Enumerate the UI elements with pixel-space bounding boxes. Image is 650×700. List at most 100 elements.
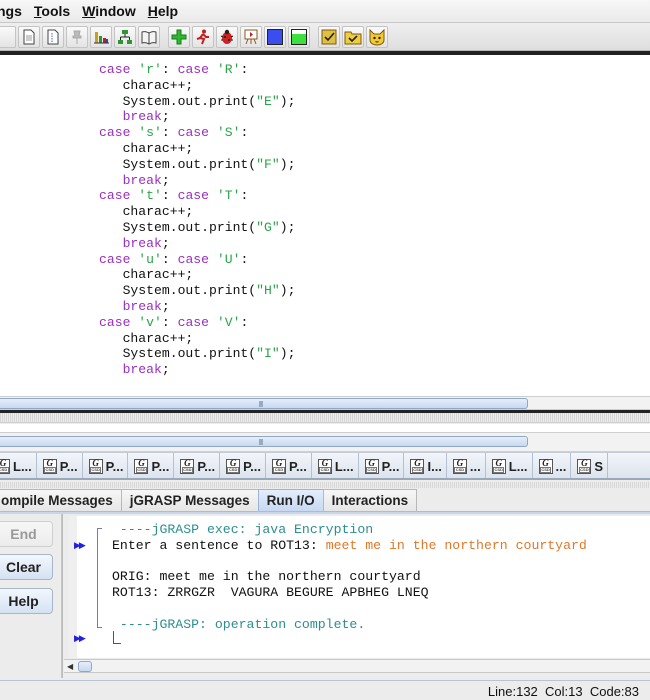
window-tab[interactable]: GCSDL... xyxy=(0,453,37,478)
window-tab[interactable]: G CSD P... xyxy=(266,453,312,478)
window-tab[interactable]: G CSD P... xyxy=(174,453,221,478)
jgrasp-window: ngs Tools Window Help case 'r': case 'R'… xyxy=(0,0,650,700)
scroll-grip xyxy=(259,401,263,407)
run-button[interactable] xyxy=(192,25,214,48)
help-button[interactable]: Help xyxy=(0,588,53,614)
bar-chart-icon xyxy=(94,31,109,43)
csd-file-icon: GCSD xyxy=(317,458,332,474)
menu-tools[interactable]: Tools xyxy=(28,3,76,19)
new-file-button[interactable] xyxy=(18,25,40,48)
menu-help[interactable]: Help xyxy=(142,3,184,19)
window-tab-label: P... xyxy=(197,458,216,474)
clear-button[interactable]: Clear xyxy=(0,554,53,580)
green-square-icon xyxy=(291,28,307,45)
tab-jgrasp-messages[interactable]: jGRASP Messages xyxy=(120,489,259,511)
presentation-button[interactable] xyxy=(240,25,262,48)
char-literal: 't' xyxy=(138,188,162,204)
keyword-case: case xyxy=(177,125,210,141)
char-literal: 'R' xyxy=(216,62,241,77)
csd-label-glyph: CSD xyxy=(539,467,552,473)
menu-settings[interactable]: ngs xyxy=(0,3,28,19)
debug-button[interactable] xyxy=(216,25,238,48)
window-tab-label: L... xyxy=(508,458,528,474)
code-line-case: case 't': case 'T': xyxy=(99,188,249,204)
prompt-text: Enter a sentence to ROT13: xyxy=(112,538,326,553)
menu-window-mnemonic: W xyxy=(82,3,96,19)
tab-compile-messages[interactable]: ompile Messages xyxy=(0,489,122,511)
bar-chart-button[interactable] xyxy=(90,25,112,48)
uml-diagram-button[interactable] xyxy=(114,25,136,48)
run-io-horizontal-scrollbar[interactable]: ◀ xyxy=(64,659,650,673)
orig-output-line: ORIG: meet me in the northern courtyard xyxy=(112,569,421,584)
csd-label-glyph: CSD xyxy=(365,467,378,473)
blue-square-button[interactable] xyxy=(264,25,286,48)
csd-label-glyph: CSD xyxy=(454,467,466,473)
message-pane-divider[interactable] xyxy=(0,482,650,488)
operation-complete-message: ----jGRASP: operation complete. xyxy=(112,617,366,632)
char-literal: 'r' xyxy=(138,62,162,77)
editor-horizontal-scrollbar[interactable] xyxy=(0,396,650,410)
compile-button[interactable] xyxy=(168,25,190,48)
run-io-scroll-thumb[interactable] xyxy=(78,661,92,672)
toolbar-partial-button[interactable] xyxy=(0,25,16,48)
pin-button[interactable] xyxy=(66,25,88,48)
csd-label-glyph: CSD xyxy=(44,467,56,473)
window-tab[interactable]: G CSD I... xyxy=(404,453,447,478)
window-tab[interactable]: G CSD P... xyxy=(83,453,129,478)
window-tab[interactable]: G CSD S xyxy=(571,453,609,478)
code-line-print: System.out.print("I"); xyxy=(99,346,296,362)
tab-interactions[interactable]: Interactions xyxy=(322,489,418,511)
scroll-left-arrow-icon[interactable]: ◀ xyxy=(67,662,73,671)
menu-tools-rest: ools xyxy=(41,3,71,19)
keyword-case: case xyxy=(177,188,210,204)
green-square-button[interactable] xyxy=(288,25,310,48)
code-line-break: break; xyxy=(122,362,170,378)
folder-check-button[interactable] xyxy=(342,25,364,48)
csd-file-icon: GCSD xyxy=(577,458,592,474)
menu-window[interactable]: Window xyxy=(76,3,142,19)
window-tab[interactable]: GCSDL... xyxy=(486,453,533,478)
csd-file-icon: GCSD xyxy=(88,458,103,474)
editor-scroll-thumb[interactable] xyxy=(0,398,528,409)
checklist-icon xyxy=(321,29,337,44)
tab-run-io[interactable]: Run I/O xyxy=(257,489,324,511)
window-tab[interactable]: G CSD P... xyxy=(37,453,83,478)
window-tab[interactable]: G CSD P... xyxy=(359,453,405,478)
lower-horizontal-scrollbar[interactable] xyxy=(0,432,650,452)
csd-file-icon: GCSD xyxy=(491,458,506,474)
split-pane-divider[interactable] xyxy=(0,413,650,423)
lower-scroll-thumb[interactable] xyxy=(0,436,528,447)
csd-label-glyph: CSD xyxy=(181,467,194,473)
csd-label-glyph: CSD xyxy=(319,467,331,473)
status-bar: Line:132 Col:13 Code:83 xyxy=(0,680,650,700)
char-literal: 'v' xyxy=(138,314,162,330)
csd-label-glyph: CSD xyxy=(273,467,285,473)
code-line-print: System.out.print("H"); xyxy=(99,283,296,299)
checklist-button[interactable] xyxy=(318,25,340,48)
window-tab[interactable]: G CSD... xyxy=(533,453,572,478)
status-col: Col:13 xyxy=(545,684,583,699)
window-tab-label: P... xyxy=(151,458,170,474)
code-block: case 'r': case 'R': charac++; System.out… xyxy=(99,62,295,378)
keyword-case: case xyxy=(99,251,131,267)
window-tab[interactable]: G CSD P... xyxy=(128,453,175,478)
window-tab[interactable]: G CSD... xyxy=(447,453,486,478)
code-line-increment: charac++; xyxy=(99,140,194,156)
window-tab[interactable]: GCSDL... xyxy=(312,453,359,478)
menu-help-mnemonic: H xyxy=(147,3,158,19)
window-tab-label: P... xyxy=(243,458,261,474)
folder-check-icon xyxy=(344,31,362,44)
end-button[interactable]: End xyxy=(0,521,53,547)
toolbar xyxy=(0,22,650,51)
window-tab[interactable]: G CSD P... xyxy=(220,453,266,478)
code-line-print: System.out.print("F"); xyxy=(99,156,296,172)
run-io-button-panel: End Clear Help xyxy=(0,514,62,678)
csd-g-glyph: G xyxy=(275,458,283,468)
csd-file-icon: GCSD xyxy=(0,458,10,474)
menu-bar: ngs Tools Window Help xyxy=(0,0,650,22)
cat-face-button[interactable] xyxy=(366,25,388,48)
code-editor[interactable]: case 'r': case 'R': charac++; System.out… xyxy=(0,55,650,396)
generate-doc-button[interactable] xyxy=(42,25,64,48)
char-literal: 'U' xyxy=(216,251,241,267)
open-book-button[interactable] xyxy=(138,25,160,48)
